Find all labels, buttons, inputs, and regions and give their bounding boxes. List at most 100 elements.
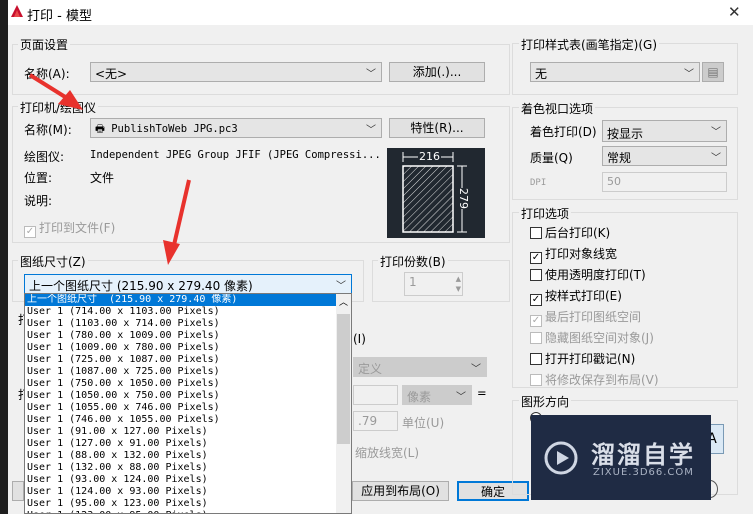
select-value: 定义 [358, 362, 383, 376]
paper-size-option[interactable]: User 1 (95.00 x 123.00 Pixels) [25, 498, 351, 510]
paper-size-option[interactable]: User 1 (1050.00 x 750.00 Pixels) [25, 390, 351, 402]
location-value: 文件 [90, 171, 115, 185]
copies-value: 1 [409, 275, 417, 289]
scale-select[interactable]: 定义 ﹀ [353, 357, 487, 377]
preview-height: 279 [457, 188, 470, 209]
units-input[interactable]: .79 [353, 411, 398, 431]
shade-plot-label: 着色打印(D) [530, 125, 597, 139]
orientation-label: 图形方向 [519, 393, 572, 410]
plot-option-checkbox[interactable]: 打开打印戳记(N) [530, 350, 635, 367]
paper-size-dropdown-list[interactable]: 上一个图纸尺寸 (215.90 x 279.40 像素) User 1 (714.… [24, 293, 352, 514]
plot-area-label: (I) [353, 332, 366, 346]
paper-size-option[interactable]: User 1 (123.00 x 95.00 Pixels) [25, 510, 351, 513]
description-label: 说明: [24, 194, 53, 208]
paper-size-label: 图纸尺寸(Z) [18, 253, 88, 270]
edit-plot-style-button[interactable]: ▤ [702, 62, 724, 82]
checkbox-label: 将修改保存到布局(V) [545, 373, 659, 387]
checkbox-box: ✓ [530, 315, 542, 327]
checkbox-label: 打印对象线宽 [545, 247, 618, 261]
plot-option-checkbox[interactable]: 将修改保存到布局(V) [530, 371, 659, 388]
paper-size-option[interactable]: User 1 (1055.00 x 746.00 Pixels) [25, 402, 351, 414]
chevron-down-icon: ﹀ [684, 69, 694, 80]
checkbox-box: ✓ [530, 294, 542, 306]
checkbox-box [530, 227, 542, 239]
printer-edit-icon: ▤ [707, 65, 719, 79]
chevron-down-icon: ﹀ [336, 281, 346, 292]
dpi-input[interactable]: 50 [602, 172, 727, 192]
checkbox-label: 使用透明度打印(T) [545, 268, 646, 282]
paper-size-option[interactable]: User 1 (1087.00 x 725.00 Pixels) [25, 366, 351, 378]
equals-sign: = [477, 386, 487, 400]
paper-size-option[interactable]: User 1 (124.00 x 93.00 Pixels) [25, 486, 351, 498]
paper-size-option[interactable]: User 1 (88.00 x 132.00 Pixels) [25, 450, 351, 462]
checkbox-label: 按样式打印(E) [545, 289, 622, 303]
checkbox-label: 打开打印戳记(N) [545, 352, 636, 366]
checkbox-label: 隐藏图纸空间对象(J) [545, 331, 654, 345]
paper-size-option[interactable]: User 1 (746.00 x 1055.00 Pixels) [25, 414, 351, 426]
plot-option-checkbox[interactable]: ✓ 最后打印图纸空间 [530, 308, 641, 327]
select-value: <无> [95, 67, 128, 81]
preview-width: 216 [418, 150, 441, 163]
preview-button[interactable] [12, 481, 24, 501]
scrollbar-thumb[interactable] [337, 314, 350, 444]
properties-button[interactable]: 特性(R)... [389, 118, 485, 138]
unit-select[interactable]: 像素 ﹀ [402, 385, 472, 405]
spinner-arrows-icon[interactable]: ▲ ▼ [456, 274, 461, 294]
copies-label: 打印份数(B) [378, 253, 448, 270]
paper-size-option[interactable]: User 1 (780.00 x 1009.00 Pixels) [25, 330, 351, 342]
plot-style-select[interactable]: 无 ﹀ [530, 62, 700, 82]
checkbox-box [530, 269, 542, 281]
shaded-viewport-label: 着色视口选项 [519, 100, 596, 117]
plot-option-checkbox[interactable]: ✓ 按样式打印(E) [530, 287, 622, 306]
plotter-value: Independent JPEG Group JFIF (JPEG Compre… [90, 149, 381, 161]
add-button[interactable]: 添加(.)... [389, 62, 485, 82]
page-setup-label: 页面设置 [18, 36, 71, 53]
paper-size-option[interactable]: User 1 (750.00 x 1050.00 Pixels) [25, 378, 351, 390]
printer-name-label: 名称(M): [24, 123, 72, 137]
checkbox-label: 后台打印(K) [545, 226, 611, 240]
paper-size-option[interactable]: User 1 (1103.00 x 714.00 Pixels) [25, 318, 351, 330]
plotter-label: 绘图仪: [24, 150, 65, 164]
scale-lineweights-label: 缩放线宽(L) [355, 446, 420, 460]
print-to-file-checkbox[interactable]: ✓ 打印到文件(F) [24, 219, 115, 238]
chevron-down-icon: ﹀ [711, 153, 721, 164]
checkbox-box: ✓ [530, 252, 542, 264]
plot-option-checkbox[interactable]: 隐藏图纸空间对象(J) [530, 329, 654, 346]
printer-icon: 🖶 [95, 123, 112, 135]
watermark-url: ZIXUE.3D66.COM [593, 467, 694, 478]
plot-options-label: 打印选项 [519, 205, 572, 222]
plot-option-checkbox[interactable]: 使用透明度打印(T) [530, 266, 646, 283]
paper-size-select[interactable]: 上一个图纸尺寸 (215.90 x 279.40 像素) ﹀ [24, 274, 352, 294]
chevron-down-icon: ﹀ [471, 364, 481, 375]
chevron-down-icon: ﹀ [456, 392, 466, 403]
printer-name-select[interactable]: 🖶 PublishToWeb JPG.pc3 ﹀ [90, 118, 382, 138]
chevron-down-icon: ﹀ [366, 69, 376, 80]
page-setup-name-select[interactable]: <无> ﹀ [90, 62, 382, 82]
paper-size-option[interactable]: User 1 (91.00 x 127.00 Pixels) [25, 426, 351, 438]
quality-select[interactable]: 常规 ﹀ [602, 146, 727, 166]
watermark: 溜溜自学 ZIXUE.3D66.COM [531, 415, 711, 500]
shade-plot-select[interactable]: 按显示 ﹀ [602, 120, 727, 142]
window-title: 打印 - 模型 [27, 9, 92, 24]
paper-size-option[interactable]: User 1 (127.00 x 91.00 Pixels) [25, 438, 351, 450]
plot-option-checkbox[interactable]: 后台打印(K) [530, 224, 610, 241]
autocad-logo-icon [11, 5, 23, 17]
paper-size-option[interactable]: User 1 (93.00 x 124.00 Pixels) [25, 474, 351, 486]
dpi-label: DPI [530, 178, 547, 188]
paper-size-option[interactable]: User 1 (132.00 x 88.00 Pixels) [25, 462, 351, 474]
scale-value-input[interactable] [353, 385, 398, 405]
apply-to-layout-button[interactable]: 应用到布局(O) [352, 481, 449, 501]
copies-spinner[interactable]: 1 ▲ ▼ [404, 272, 463, 296]
close-icon[interactable]: ✕ [728, 3, 741, 21]
select-value: 像素 [407, 390, 432, 404]
select-value: 上一个图纸尺寸 (215.90 x 279.40 像素) [29, 279, 253, 293]
units-label: 单位(U) [402, 416, 445, 430]
paper-size-option[interactable]: User 1 (725.00 x 1087.00 Pixels) [25, 354, 351, 366]
scroll-up-icon[interactable]: ︿ [339, 295, 348, 308]
paper-size-option[interactable]: User 1 (1009.00 x 780.00 Pixels) [25, 342, 351, 354]
scrollbar[interactable]: ︿ [336, 294, 351, 513]
paper-size-option[interactable]: 上一个图纸尺寸 (215.90 x 279.40 像素) [25, 294, 351, 306]
plot-option-checkbox[interactable]: ✓ 打印对象线宽 [530, 245, 617, 264]
paper-size-option[interactable]: User 1 (714.00 x 1103.00 Pixels) [25, 306, 351, 318]
location-label: 位置: [24, 171, 53, 185]
